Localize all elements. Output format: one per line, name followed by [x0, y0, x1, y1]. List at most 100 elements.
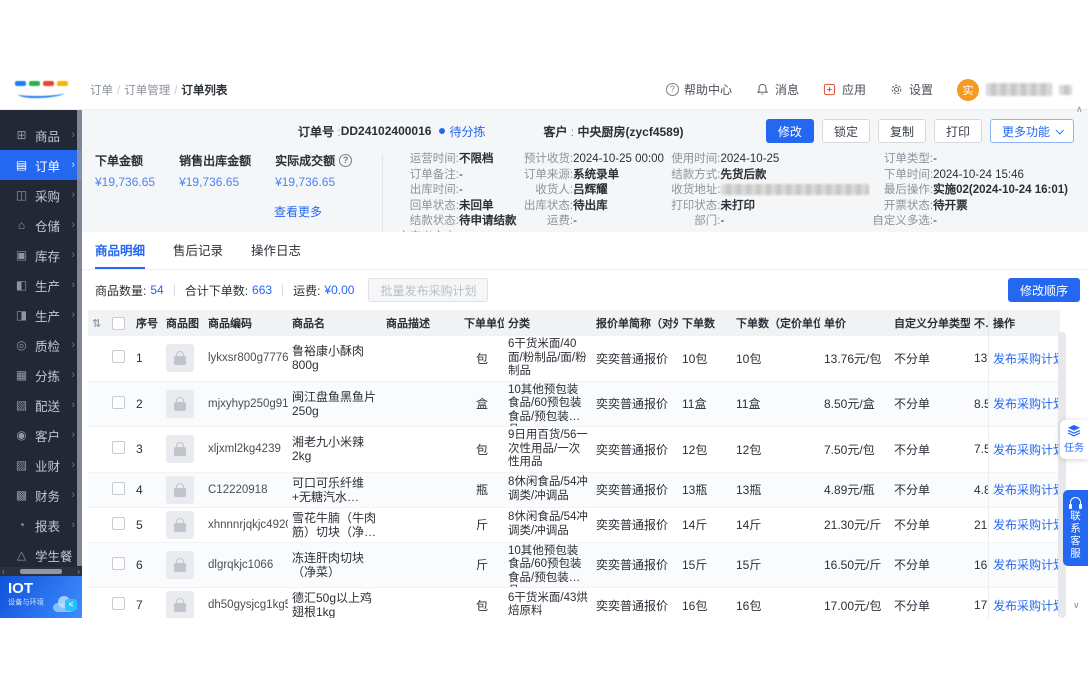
header-seq: 序号	[136, 318, 158, 330]
cell-name: 雪花牛腩（牛肉筋）切块（净菜）	[292, 510, 377, 539]
user-menu[interactable]: 实	[957, 78, 1072, 101]
sidebar-item-student-meal[interactable]: △ 学生餐	[0, 540, 82, 570]
info-value: 先货后款	[720, 168, 767, 181]
more-actions-button[interactable]: 更多功能	[989, 119, 1074, 143]
reorder-button[interactable]: 修改顺序	[1007, 278, 1080, 302]
row-checkbox[interactable]	[112, 556, 125, 570]
publish-purchase-plan-link[interactable]: 发布采购计划	[993, 481, 1060, 498]
reports-icon: ◔	[17, 518, 26, 532]
tab-operation-log[interactable]: 操作日志	[251, 240, 301, 269]
lock-button[interactable]: 锁定	[821, 119, 870, 143]
sidebar-item-orders[interactable]: ▤ 订单 ›	[0, 150, 82, 180]
info-value: -	[933, 215, 937, 227]
row-checkbox[interactable]	[112, 350, 125, 364]
topbar-actions: ? 帮助中心 消息 应用 设置 实	[665, 78, 1072, 101]
sidebar-item-quality[interactable]: ◎ 质检 ›	[0, 330, 82, 360]
info-value: -	[933, 153, 937, 165]
breadcrumb-item[interactable]: 订单管理	[124, 82, 177, 98]
page-scroll-up-icon[interactable]: ∧	[1076, 104, 1083, 115]
sorting-icon: ▦	[15, 368, 28, 382]
cell-quote: 奕奕普通报价	[596, 558, 669, 573]
table-vertical-scrollbar[interactable]	[1058, 332, 1066, 618]
info-label: 收货地址	[665, 183, 721, 199]
sidebar-item-label: 商品	[35, 129, 61, 144]
batch-publish-purchase-button[interactable]: 批量发布采购计划	[368, 278, 489, 302]
sidebar-item-purchase[interactable]: ◫ 采购 ›	[0, 180, 82, 210]
cell-qty: 13瓶	[682, 483, 708, 497]
publish-purchase-plan-link[interactable]: 发布采购计划	[993, 395, 1060, 412]
cell-code: xljxml2kg4239	[208, 443, 281, 456]
sidebar-item-goods[interactable]: ⊞ 商品 ›	[0, 120, 82, 150]
sidebar-item-warehouse[interactable]: ⌂ 仓储 ›	[0, 210, 82, 240]
info-label: 订单来源	[517, 168, 573, 184]
cell-quote: 奕奕普通报价	[596, 397, 669, 412]
publish-purchase-plan-link[interactable]: 发布采购计划	[993, 516, 1060, 533]
row-checkbox[interactable]	[112, 481, 125, 495]
sidebar-item-inventory[interactable]: ▣ 库存 ›	[0, 240, 82, 270]
info-value: 不限档	[459, 153, 494, 165]
summary-row: 商品数量: 54 合计下单数: 663 运费: ¥0.00 批量发布采购计划 修…	[82, 270, 1088, 310]
chevron-right-icon: ›	[71, 489, 75, 501]
row-checkbox[interactable]	[112, 516, 125, 530]
info-value: 待出库	[573, 199, 608, 212]
sidebar-item-production-2[interactable]: ◨ 生产 ›	[0, 300, 82, 330]
cell-qty: 15斤	[682, 558, 708, 573]
breadcrumb-item[interactable]: 订单	[90, 82, 120, 98]
cell-price: 13.76元/包	[824, 351, 882, 366]
row-checkbox[interactable]	[112, 395, 125, 409]
messages-button[interactable]: 消息	[756, 81, 799, 98]
help-center-button[interactable]: ? 帮助中心	[665, 81, 732, 98]
settings-button[interactable]: 设置	[890, 81, 933, 98]
row-checkbox[interactable]	[112, 441, 125, 455]
sidebar-item-sorting[interactable]: ▦ 分拣 ›	[0, 360, 82, 390]
copy-button[interactable]: 复制	[877, 119, 926, 143]
info-label: 打印状态	[665, 199, 721, 215]
quality-icon: ◎	[16, 338, 27, 352]
view-more-link[interactable]: 查看更多	[274, 205, 322, 219]
chevron-right-icon: ›	[71, 309, 75, 321]
publish-purchase-plan-link[interactable]: 发布采购计划	[993, 556, 1060, 573]
iot-banner[interactable]: IOT 设备与环境 <	[0, 576, 82, 618]
order-info-field: 结款状态待申请结款	[393, 214, 517, 230]
apps-button[interactable]: 应用	[823, 81, 866, 98]
publish-purchase-plan-link[interactable]: 发布采购计划	[993, 350, 1060, 367]
lock-icon	[174, 598, 186, 612]
lock-icon	[174, 557, 186, 572]
order-status-badge: 待分拣	[439, 123, 485, 140]
sidebar-item-label: 采购	[35, 189, 61, 204]
page-scroll-down-icon[interactable]: ∨	[1073, 600, 1080, 611]
chevron-right-icon: ›	[71, 459, 75, 471]
cell-seq: 4	[136, 482, 143, 497]
sidebar-item-production-1[interactable]: ◧ 生产 ›	[0, 270, 82, 300]
sidebar-item-customers[interactable]: ◉ 客户 ›	[0, 420, 82, 450]
divider	[282, 284, 284, 296]
cell-qty2: 15斤	[736, 558, 762, 573]
sidebar-item-business-finance[interactable]: ▨ 业财 ›	[0, 450, 82, 480]
order-info-field: 预计收货2024-10-25 00:00	[517, 152, 664, 168]
tab-goods-detail[interactable]: 商品明细	[95, 240, 146, 269]
sidebar-item-delivery[interactable]: ▧ 配送 ›	[0, 390, 82, 420]
edit-button[interactable]: 修改	[765, 119, 814, 143]
contact-service-floating-button[interactable]: 联系客服	[1063, 490, 1088, 566]
info-label: 运费	[517, 214, 573, 230]
iot-title: IOT	[8, 580, 33, 597]
order-header-panel: 订单号 DD24102400016 待分拣 客户 中央厨房(zycf4589) …	[82, 110, 1088, 243]
header-quote: 报价单简称（对外）	[596, 318, 678, 330]
print-button[interactable]: 打印	[933, 119, 982, 143]
publish-purchase-plan-link[interactable]: 发布采购计划	[993, 597, 1060, 614]
sidebar-horizontal-scrollbar[interactable]: ‹ ›	[0, 567, 82, 576]
chevron-right-icon: ›	[71, 249, 75, 261]
select-all-checkbox[interactable]	[112, 316, 125, 330]
sidebar-item-finance[interactable]: ▩ 财务 ›	[0, 480, 82, 510]
task-floating-button[interactable]: 任务	[1060, 420, 1088, 459]
breadcrumb-current: 订单列表	[181, 84, 228, 97]
cell-qty2: 14斤	[736, 518, 762, 532]
business-finance-icon: ▨	[15, 458, 28, 472]
row-checkbox[interactable]	[112, 597, 125, 610]
sidebar-item-reports[interactable]: ◔ 报表 ›	[0, 510, 82, 540]
publish-purchase-plan-link[interactable]: 发布采购计划	[993, 441, 1060, 458]
cell-qty2: 16包	[736, 598, 762, 613]
table-row: 2 mjxyhyp250g9196 闽江盘鱼黑鱼片250g 盒 10其他预包装食品/60…	[88, 381, 1060, 427]
app-logo	[0, 70, 82, 110]
tab-aftersale-records[interactable]: 售后记录	[173, 240, 223, 269]
